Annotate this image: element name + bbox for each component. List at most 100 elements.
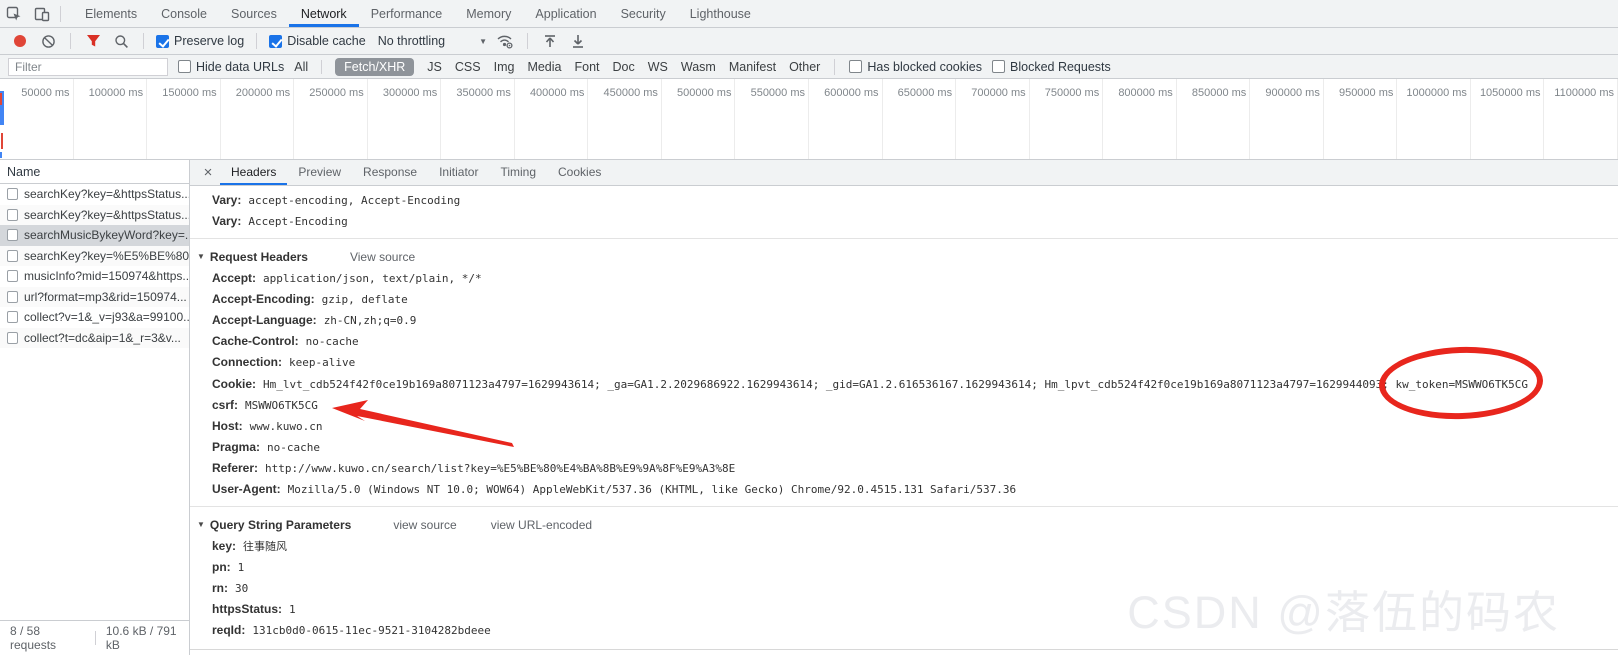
request-type-filter[interactable]: Font [574, 60, 599, 74]
devtools-tab[interactable]: Performance [359, 0, 455, 27]
request-type-filter[interactable]: Manifest [729, 60, 776, 74]
preserve-log-checkbox[interactable]: Preserve log [156, 34, 244, 48]
triangle-down-icon: ▼ [197, 252, 205, 261]
disable-cache-checkbox[interactable]: Disable cache [269, 34, 366, 48]
divider [834, 58, 836, 75]
devtools-tabbar: Elements Console Sources Network Performance… [0, 0, 1618, 28]
close-icon[interactable]: × [196, 160, 220, 185]
request-row[interactable]: searchKey?key=&httpsStatus... [0, 204, 189, 225]
devtools-tabs: Elements Console Sources Network Performance… [73, 0, 763, 27]
timeline-overview[interactable]: 50000 ms 100000 ms 150000 ms 200000 ms 25000… [0, 79, 1618, 160]
query-params-section-header[interactable]: ▼ Query String Parameters view source vi… [190, 513, 1618, 536]
devtools-tab[interactable]: Sources [219, 0, 289, 27]
inspect-element-icon[interactable] [0, 0, 28, 27]
checkbox-unchecked-icon [178, 60, 191, 73]
device-toolbar-icon[interactable] [28, 0, 56, 27]
detail-tab[interactable]: Response [352, 160, 428, 185]
request-type-filter[interactable]: CSS [455, 60, 481, 74]
query-param-line: key: 往事随风 [212, 539, 288, 553]
request-row[interactable]: searchKey?key=&httpsStatus... [0, 184, 189, 205]
header-line: Host: www.kuwo.cn [212, 419, 323, 433]
request-headers-list: Accept: application/json, text/plain, */… [190, 268, 1618, 373]
request-headers-list: Host: www.kuwo.cn Pragma: no-cache Refer… [190, 416, 1618, 500]
request-row[interactable]: searchMusicBykeyWord?key=... [0, 225, 189, 246]
timeline-tick: 1050000 ms [1471, 79, 1545, 159]
export-har-icon[interactable] [568, 31, 588, 51]
document-icon [7, 208, 18, 221]
document-icon [7, 290, 18, 303]
devtools-tab[interactable]: Memory [454, 0, 523, 27]
hide-data-urls-checkbox[interactable]: Hide data URLs [178, 60, 284, 74]
request-type-filter[interactable]: JS [427, 60, 442, 74]
search-icon[interactable] [111, 31, 131, 51]
kw-token-value: kw_token=MSWWO6TK5CG [1395, 378, 1528, 391]
header-line: Connection: keep-alive [212, 355, 356, 369]
timeline-tick: 550000 ms [735, 79, 810, 159]
view-url-encoded-link[interactable]: view URL-encoded [491, 518, 592, 532]
devtools-window: Elements Console Sources Network Performance… [0, 0, 1618, 655]
detail-tab[interactable]: Initiator [428, 160, 489, 185]
header-line: Vary: accept-encoding, Accept-Encoding [212, 193, 461, 207]
request-row[interactable]: url?format=mp3&rid=150974... [0, 286, 189, 307]
header-line-csrf: csrf: MSWWO6TK5CG [190, 395, 1618, 447]
request-type-filter[interactable]: Other [789, 60, 820, 74]
request-detail-panel: × Headers Preview Response Initiator Timing C… [190, 160, 1618, 655]
view-source-link[interactable]: view source [393, 518, 456, 532]
checkbox-checked-icon [156, 34, 169, 48]
request-row[interactable]: searchKey?key=%E5%BE%80... [0, 245, 189, 266]
request-row[interactable]: collect?t=dc&aip=1&_r=3&v... [0, 327, 189, 348]
chevron-down-icon[interactable]: ▼ [479, 37, 487, 46]
filter-input[interactable] [8, 57, 168, 76]
header-line: Accept-Encoding: gzip, deflate [212, 292, 408, 306]
blocked-requests-checkbox[interactable]: Blocked Requests [992, 60, 1111, 74]
detail-tab[interactable]: Timing [489, 160, 547, 185]
request-row[interactable]: musicInfo?mid=150974&https... [0, 266, 189, 287]
checkbox-unchecked-icon [992, 60, 1005, 73]
header-line-cookie: Cookie: Hm_lvt_cdb524f42f0ce19b169a80711… [190, 344, 1618, 422]
timeline-tick: 100000 ms [74, 79, 148, 159]
request-headers-section-header[interactable]: ▼ Request Headers View source [190, 245, 1618, 268]
timeline-tick: 300000 ms [368, 79, 442, 159]
document-icon [7, 270, 18, 283]
header-line: Accept-Language: zh-CN,zh;q=0.9 [212, 313, 417, 327]
name-column-header[interactable]: Name [0, 160, 189, 184]
divider [94, 631, 96, 645]
view-source-link[interactable]: View source [350, 250, 415, 264]
request-row[interactable]: collect?v=1&_v=j93&a=99100... [0, 307, 189, 328]
detail-tab[interactable]: Cookies [547, 160, 612, 185]
query-params-list: key: 往事随风 pn: 1 rn: 30 httpsStatus: 1 re… [190, 536, 1618, 641]
devtools-tab[interactable]: Console [149, 0, 219, 27]
detail-tab[interactable]: Preview [287, 160, 352, 185]
document-icon [7, 311, 18, 324]
filter-icon[interactable] [83, 31, 103, 51]
has-blocked-cookies-checkbox[interactable]: Has blocked cookies [849, 60, 982, 74]
filter-bar: Hide data URLs All Fetch/XHR JS CSS Img Media… [0, 55, 1618, 79]
transferred-size: 10.6 kB / 791 kB [105, 624, 177, 652]
network-toolbar: Preserve log Disable cache No throttling… [0, 28, 1618, 55]
devtools-tab[interactable]: Network [288, 0, 359, 27]
devtools-tab[interactable]: Elements [73, 0, 149, 27]
timeline-tick: 650000 ms [883, 79, 957, 159]
request-type-filter[interactable]: Doc [613, 60, 635, 74]
detail-tab[interactable]: Headers [220, 160, 288, 185]
devtools-tab[interactable]: Security [609, 0, 678, 27]
request-type-filter[interactable]: Img [494, 60, 515, 74]
network-conditions-icon[interactable] [495, 31, 515, 51]
query-param-line: rn: 30 [212, 581, 249, 595]
timeline-tick: 200000 ms [221, 79, 295, 159]
request-type-filter[interactable]: WS [648, 60, 668, 74]
request-type-filter[interactable]: Media [527, 60, 561, 74]
devtools-tab[interactable]: Lighthouse [678, 0, 763, 27]
import-har-icon[interactable] [540, 31, 560, 51]
request-type-filter[interactable]: All [294, 59, 323, 74]
throttling-select[interactable]: No throttling [378, 34, 445, 48]
document-icon [7, 229, 18, 242]
request-type-filter[interactable]: Fetch/XHR [335, 57, 415, 76]
header-line: Vary: Accept-Encoding [212, 214, 348, 228]
devtools-tab[interactable]: Application [523, 0, 608, 27]
requests-panel: Name searchKey?key=&httpsStatus... searc… [0, 160, 190, 655]
divider [190, 238, 1618, 239]
request-type-filter[interactable]: Wasm [681, 60, 716, 74]
record-button[interactable] [10, 31, 30, 51]
clear-button[interactable] [38, 31, 58, 51]
